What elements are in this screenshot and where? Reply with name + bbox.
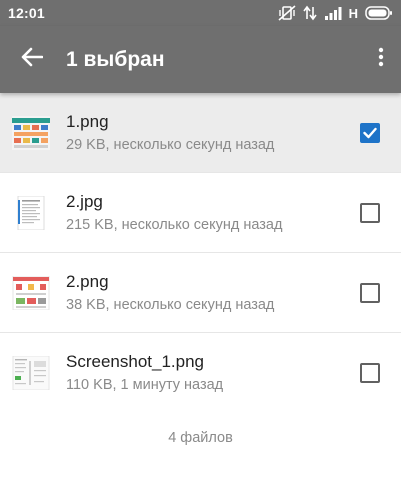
file-name: 1.png (66, 111, 109, 131)
image-thumbnail (17, 195, 45, 230)
image-thumbnail (12, 115, 50, 150)
file-info: 2.png 38 KB, несколько секунд назад (66, 272, 360, 314)
select-checkbox[interactable] (360, 282, 380, 303)
list-item[interactable]: 1.png 29 KB, несколько секунд назад (0, 93, 401, 173)
file-info: Screenshot_1.png 110 KB, 1 минуту назад (66, 352, 360, 394)
list-item[interactable]: 2.jpg 215 KB, несколько секунд назад (0, 173, 401, 253)
image-thumbnail (12, 275, 50, 310)
list-item[interactable]: Screenshot_1.png 110 KB, 1 минуту назад (0, 333, 401, 413)
arrow-back-icon (21, 47, 44, 72)
file-meta: 38 KB, несколько секунд назад (66, 296, 275, 313)
file-name: 2.png (66, 271, 109, 291)
status-time: 12:01 (8, 5, 45, 21)
file-meta: 110 KB, 1 минуту назад (66, 377, 224, 393)
battery-icon (365, 6, 393, 20)
file-name: Screenshot_1.png (66, 352, 204, 371)
file-meta: 29 KB, несколько секунд назад (66, 136, 275, 153)
data-transfer-icon (302, 5, 317, 21)
more-options-button[interactable] (361, 26, 401, 93)
file-name: 2.jpg (66, 191, 103, 211)
file-info: 1.png 29 KB, несколько секунд назад (66, 112, 360, 154)
back-button[interactable] (3, 26, 61, 93)
select-checkbox[interactable] (360, 202, 380, 223)
status-bar: 12:01 H (0, 0, 401, 26)
select-checkbox[interactable] (360, 122, 380, 143)
file-list: 1.png 29 KB, несколько секунд назад 2.jp… (0, 93, 401, 413)
check-icon (363, 127, 377, 139)
file-info: 2.jpg 215 KB, несколько секунд назад (66, 192, 360, 234)
file-count: 4 файлов (168, 430, 233, 446)
vibrate-off-icon (278, 5, 296, 21)
app-bar: 1 выбран (0, 26, 401, 93)
more-vert-icon (378, 47, 384, 72)
status-icons: H (278, 5, 393, 21)
network-type: H (348, 5, 358, 21)
page-title: 1 выбран (66, 47, 165, 71)
signal-icon (324, 6, 342, 20)
file-meta: 215 KB, несколько секунд назад (66, 216, 283, 233)
image-thumbnail (12, 356, 50, 390)
list-item[interactable]: 2.png 38 KB, несколько секунд назад (0, 253, 401, 333)
select-checkbox[interactable] (360, 363, 380, 383)
